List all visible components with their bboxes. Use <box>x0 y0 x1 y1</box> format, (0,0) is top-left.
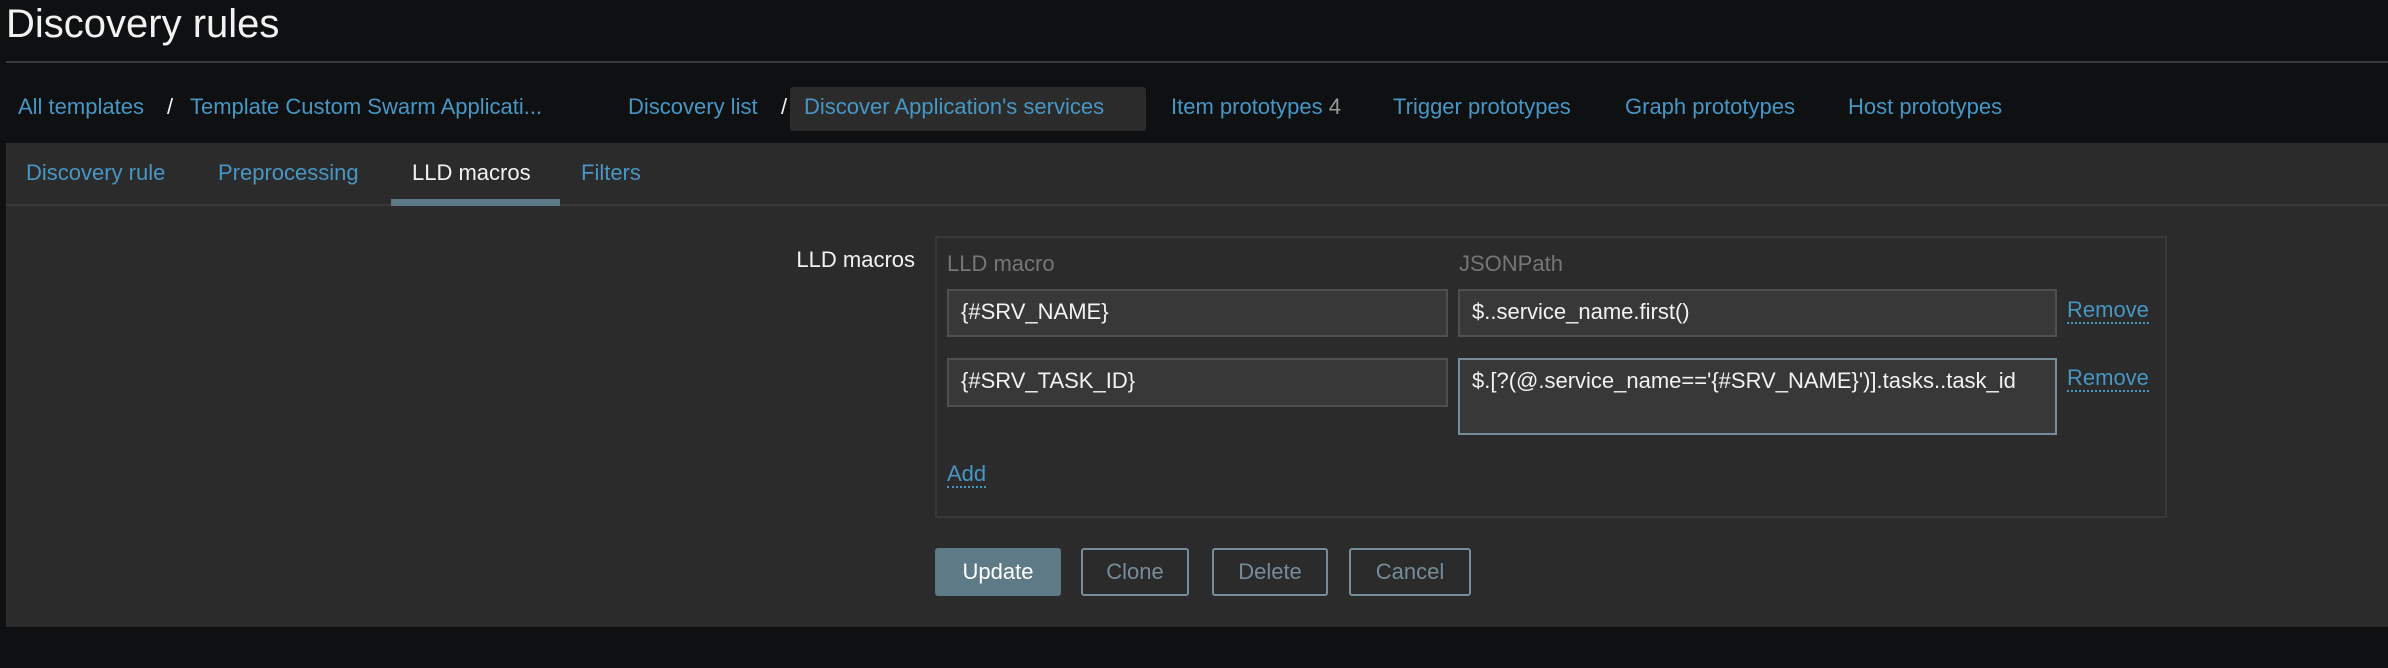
tab-divider <box>6 204 2388 206</box>
tab-preprocessing[interactable]: Preprocessing <box>218 160 359 186</box>
breadcrumb-separator: / <box>167 94 174 119</box>
nav-host-prototypes[interactable]: Host prototypes <box>1848 94 2002 120</box>
add-row-button[interactable]: Add <box>947 462 987 488</box>
nav-item-prototypes[interactable]: Item prototypes 4 <box>1171 94 1341 120</box>
lld-macro-input[interactable]: {#SRV_TASK_ID} <box>947 358 1448 407</box>
nav-item-prototypes-label: Item prototypes <box>1171 94 1323 119</box>
jsonpath-input[interactable]: $..service_name.first() <box>1458 289 2057 337</box>
remove-row-button[interactable]: Remove <box>2067 366 2149 392</box>
breadcrumb-discovery-list[interactable]: Discovery list <box>628 94 758 120</box>
cancel-button[interactable]: Cancel <box>1349 548 1471 596</box>
lld-macros-label: LLD macros <box>796 247 915 272</box>
lld-macro-input[interactable]: {#SRV_NAME} <box>947 289 1448 337</box>
item-prototypes-count: 4 <box>1328 94 1342 119</box>
breadcrumb-separator: / <box>781 94 788 119</box>
clone-button[interactable]: Clone <box>1081 548 1189 596</box>
breadcrumb-template[interactable]: Template Custom Swarm Applicati... <box>190 94 542 120</box>
jsonpath-textarea[interactable]: $.[?(@.service_name=='{#SRV_NAME}')].tas… <box>1458 358 2057 435</box>
breadcrumb-all-templates[interactable]: All templates <box>18 94 144 120</box>
nav-graph-prototypes[interactable]: Graph prototypes <box>1625 94 1795 120</box>
update-button[interactable]: Update <box>935 548 1061 596</box>
tab-discovery-rule[interactable]: Discovery rule <box>26 160 165 186</box>
tab-filters[interactable]: Filters <box>581 160 641 186</box>
tab-lld-macros[interactable]: LLD macros <box>412 160 531 186</box>
column-header-lld-macro: LLD macro <box>947 251 1055 276</box>
active-tab-indicator <box>391 199 560 206</box>
column-header-jsonpath: JSONPath <box>1459 251 1563 276</box>
remove-row-button[interactable]: Remove <box>2067 298 2149 324</box>
delete-button[interactable]: Delete <box>1212 548 1328 596</box>
divider <box>6 61 2388 63</box>
breadcrumb-current-rule[interactable]: Discover Application's services <box>804 94 1104 120</box>
nav-trigger-prototypes[interactable]: Trigger prototypes <box>1393 94 1571 120</box>
page-title: Discovery rules <box>6 2 280 46</box>
